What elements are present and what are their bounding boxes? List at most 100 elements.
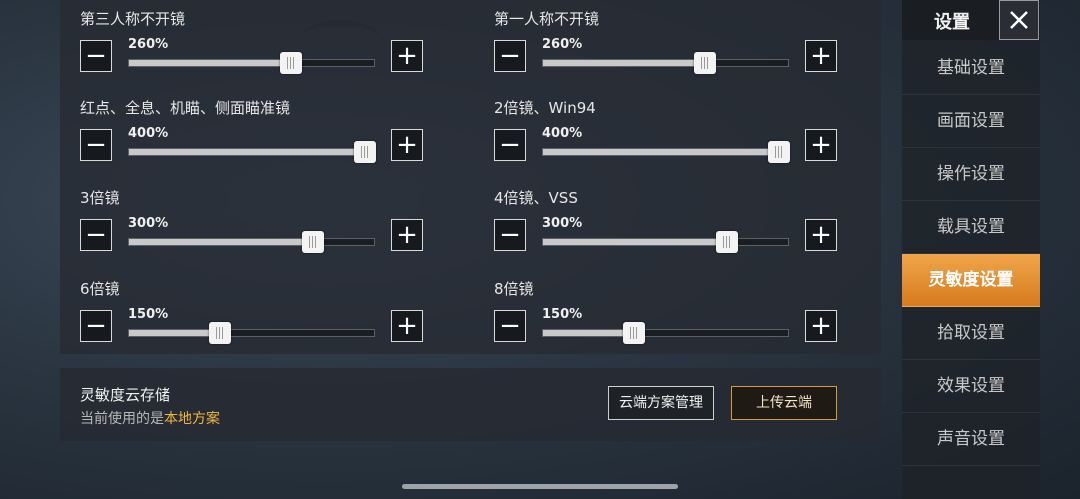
plus-icon: + [396,311,418,341]
decrease-button[interactable]: − [494,40,526,72]
sensitivity-panel: 第三人称不开镜 −260% + 第一人称不开镜 −260% + 红点、全息、机瞄、侧面瞄准镜… [60,0,881,354]
home-indicator[interactable] [402,484,678,489]
slider-label: 第三人称不开镜 [80,10,186,28]
sensitivity-slider-row: 8倍镜 − 150% + [474,270,837,350]
plus-icon: + [396,220,418,250]
sensitivity-slider-row: 第一人称不开镜 − 260% + [474,0,837,80]
increase-button[interactable]: + [391,219,423,251]
cloud-status-scheme: 本地方案 [164,411,220,427]
upload-cloud-button[interactable]: 上传云端 [731,386,837,420]
slider-fill [129,239,313,245]
slider-thumb[interactable] [623,322,645,344]
cloud-storage-status: 当前使用的是本地方案 [80,408,220,428]
sidebar-item-effects[interactable]: 效果设置 [902,360,1040,413]
slider-value: 300% [542,216,583,231]
increase-button[interactable]: + [391,40,423,72]
sidebar-item-vehicle[interactable]: 载具设置 [902,201,1040,254]
minus-icon: − [499,41,521,71]
slider-label: 3倍镜 [80,189,120,207]
slider-thumb[interactable] [716,231,738,253]
slider-fill [543,60,705,66]
slider-thumb[interactable] [354,141,376,163]
plus-icon: + [810,41,832,71]
slider-track[interactable] [128,141,376,163]
slider-value: 150% [128,307,169,322]
increase-button[interactable]: + [391,310,423,342]
close-icon [1010,11,1028,29]
slider-thumb[interactable] [209,322,231,344]
slider-fill [129,149,374,155]
sidebar-item-audio[interactable]: 声音设置 [902,413,1040,466]
minus-icon: − [85,311,107,341]
increase-button[interactable]: + [805,219,837,251]
cloud-storage-title: 灵敏度云存储 [80,386,171,404]
plus-icon: + [810,130,832,160]
slider-value: 260% [542,37,583,52]
slider-track[interactable] [542,231,789,253]
minus-icon: − [499,130,521,160]
increase-button[interactable]: + [805,40,837,72]
slider-label: 4倍镜、VSS [494,189,578,207]
slider-label: 红点、全息、机瞄、侧面瞄准镜 [80,99,291,117]
slider-label: 6倍镜 [80,280,120,298]
slider-value: 150% [542,307,583,322]
plus-icon: + [810,311,832,341]
settings-sidebar: 设置 基础设置 画面设置 操作设置 载具设置 灵敏度设置 拾取设置 效果设置 声音设置 [902,0,1040,499]
sidebar-header: 设置 [902,0,1040,40]
decrease-button[interactable]: − [80,219,112,251]
slider-value: 300% [128,216,169,231]
slider-track[interactable] [542,322,789,344]
sidebar-title: 设置 [934,12,970,33]
slider-track[interactable] [542,52,789,74]
decrease-button[interactable]: − [494,129,526,161]
sidebar-item-display[interactable]: 画面设置 [902,95,1040,148]
sensitivity-slider-row: 6倍镜 − 150% + [60,270,423,350]
increase-button[interactable]: + [391,129,423,161]
slider-label: 2倍镜、Win94 [494,99,596,117]
plus-icon: + [396,130,418,160]
slider-track[interactable] [542,141,790,163]
sensitivity-slider-row: 4倍镜、VSS − 300% + [474,179,837,259]
cloud-manage-button[interactable]: 云端方案管理 [608,386,714,420]
sidebar-item-controls[interactable]: 操作设置 [902,148,1040,201]
decrease-button[interactable]: − [80,310,112,342]
slider-label: 8倍镜 [494,280,534,298]
sensitivity-slider-row: 3倍镜 − 300% + [60,179,423,259]
cloud-storage-bar: 灵敏度云存储 当前使用的是本地方案 云端方案管理 上传云端 [60,368,881,441]
sensitivity-slider-row: 红点、全息、机瞄、侧面瞄准镜 − 400% + [60,89,423,169]
slider-thumb[interactable] [302,231,324,253]
slider-thumb[interactable] [768,141,790,163]
minus-icon: − [85,130,107,160]
slider-thumb[interactable] [280,52,302,74]
slider-label: 第一人称不开镜 [494,10,600,28]
slider-track[interactable] [128,52,375,74]
slider-value: 400% [128,126,169,141]
slider-track[interactable] [128,322,375,344]
minus-icon: − [499,311,521,341]
slider-fill [129,60,291,66]
decrease-button[interactable]: − [494,310,526,342]
increase-button[interactable]: + [805,129,837,161]
slider-fill [543,239,727,245]
minus-icon: − [85,41,107,71]
decrease-button[interactable]: − [80,129,112,161]
sidebar-item-sensitivity[interactable]: 灵敏度设置 [902,254,1040,307]
close-button[interactable] [999,0,1039,40]
sidebar-item-basic[interactable]: 基础设置 [902,42,1040,95]
plus-icon: + [396,41,418,71]
decrease-button[interactable]: − [494,219,526,251]
decrease-button[interactable]: − [80,40,112,72]
sensitivity-slider-row: 第三人称不开镜 − 260% + [60,0,423,80]
sensitivity-slider-row: 2倍镜、Win94 − 400% + [474,89,837,169]
slider-track[interactable] [128,231,375,253]
slider-value: 400% [542,126,583,141]
plus-icon: + [810,220,832,250]
slider-fill [543,149,788,155]
cloud-status-prefix: 当前使用的是 [80,411,164,427]
slider-value: 260% [128,37,169,52]
slider-thumb[interactable] [694,52,716,74]
slider-fill [543,330,634,336]
sidebar-item-pickup[interactable]: 拾取设置 [902,307,1040,360]
increase-button[interactable]: + [805,310,837,342]
minus-icon: − [499,220,521,250]
